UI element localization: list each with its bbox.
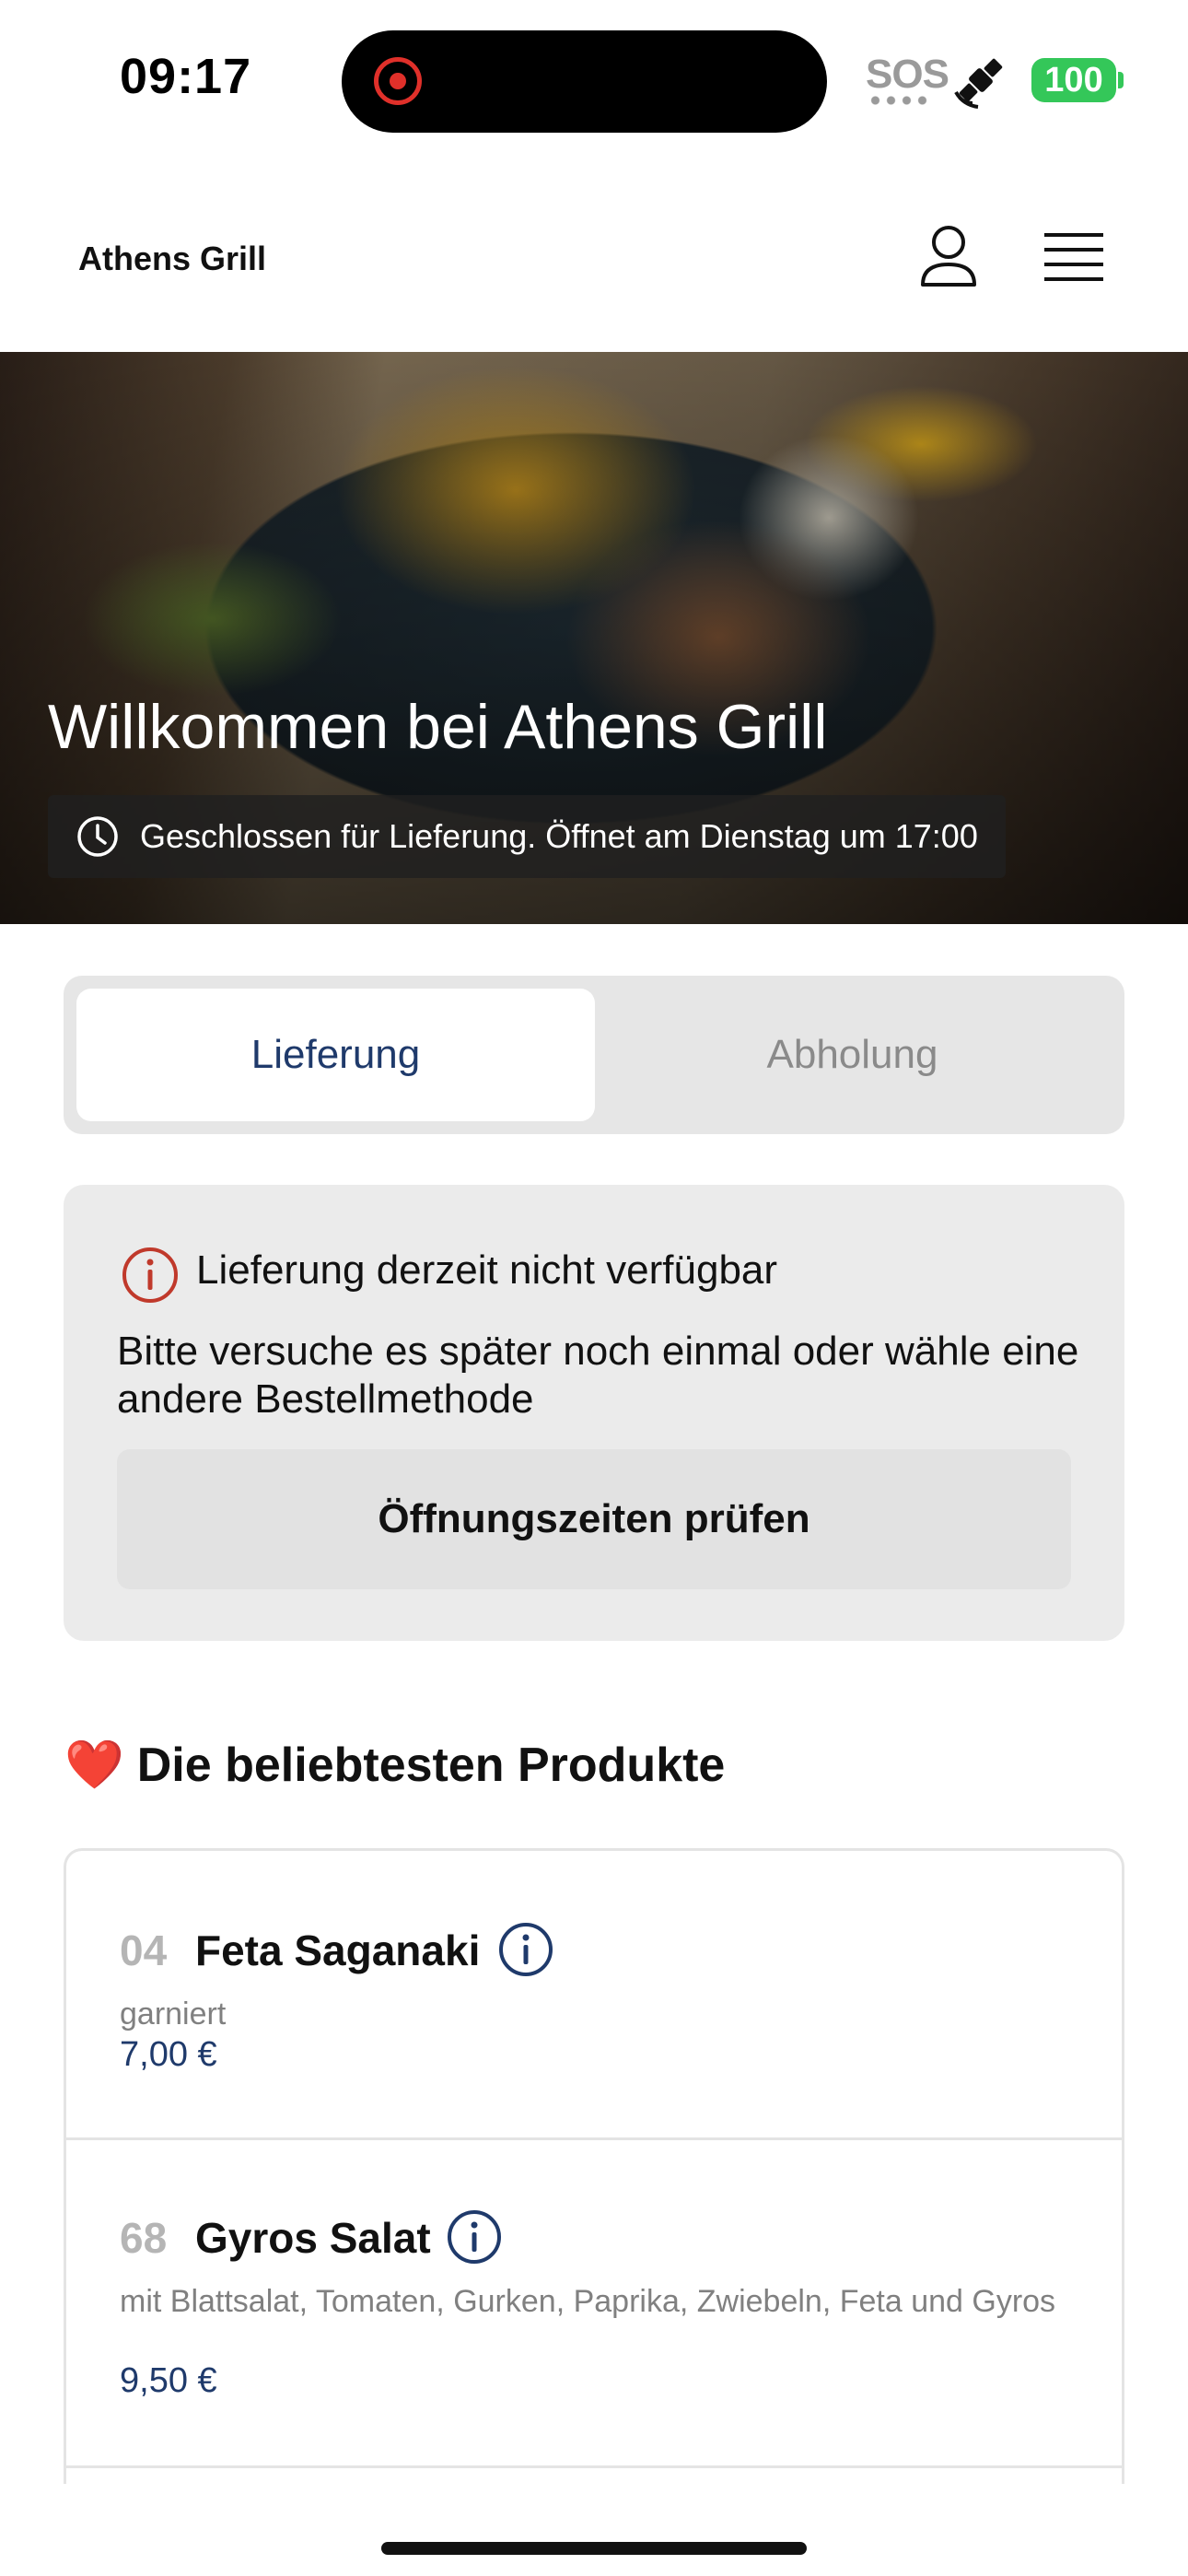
hero-title: Willkommen bei Athens Grill bbox=[48, 692, 828, 762]
product-description: mit Blattsalat, Tomaten, Gurken, Paprika… bbox=[120, 2284, 1056, 2319]
tab-pickup[interactable]: Abholung bbox=[593, 989, 1112, 1121]
product-name: Gyros Salat bbox=[195, 2214, 431, 2262]
dynamic-island[interactable] bbox=[342, 30, 827, 133]
menu-icon[interactable] bbox=[1042, 229, 1105, 285]
signal-dots-icon bbox=[868, 96, 930, 105]
status-bar: 09:17 SOS 100 bbox=[0, 0, 1188, 161]
notice-title: Lieferung derzeit nicht verfügbar bbox=[196, 1247, 778, 1293]
popular-products-heading: ❤️ Die beliebtesten Produkte bbox=[64, 1737, 725, 1793]
user-icon[interactable] bbox=[917, 224, 980, 290]
popular-products-title: Die beliebtesten Produkte bbox=[136, 1739, 726, 1792]
check-hours-button[interactable]: Öffnungszeiten prüfen bbox=[117, 1449, 1071, 1589]
product-description: garniert bbox=[120, 1996, 227, 2032]
clock-icon bbox=[77, 816, 118, 857]
product-price: 7,00 € bbox=[120, 2035, 217, 2074]
info-alert-icon bbox=[122, 1247, 178, 1303]
recording-dot-icon bbox=[374, 57, 422, 105]
delivery-unavailable-notice: Lieferung derzeit nicht verfügbar Bitte … bbox=[64, 1185, 1124, 1641]
opening-status-badge: Geschlossen für Lieferung. Öffnet am Die… bbox=[48, 795, 1006, 878]
heart-icon: ❤️ bbox=[64, 1739, 124, 1792]
product-item[interactable]: 68 Gyros Salat mit Blattsalat, Tomaten, … bbox=[66, 2140, 1122, 2468]
product-name: Feta Saganaki bbox=[195, 1926, 481, 1974]
hero-banner: Willkommen bei Athens Grill Geschlossen … bbox=[0, 352, 1188, 924]
info-icon[interactable] bbox=[446, 2208, 503, 2266]
product-number: 04 bbox=[120, 1926, 168, 1974]
order-method-tabs: Lieferung Abholung bbox=[64, 976, 1124, 1134]
opening-status-text: Geschlossen für Lieferung. Öffnet am Die… bbox=[140, 817, 978, 855]
app-header: Athens Grill bbox=[0, 161, 1188, 352]
tab-delivery[interactable]: Lieferung bbox=[76, 989, 595, 1121]
product-item[interactable]: 04 Feta Saganaki garniert 7,00 € bbox=[66, 1851, 1122, 2140]
status-time: 09:17 bbox=[120, 49, 252, 104]
battery-tip bbox=[1118, 72, 1124, 88]
sos-indicator: SOS bbox=[866, 52, 949, 97]
notice-text: Bitte versuche es später noch einmal ode… bbox=[117, 1329, 1079, 1422]
product-list: 04 Feta Saganaki garniert 7,00 € 68 Gyro… bbox=[64, 1848, 1124, 2484]
home-indicator[interactable] bbox=[381, 2542, 807, 2555]
satellite-icon bbox=[954, 58, 1003, 109]
product-price: 9,50 € bbox=[120, 2361, 217, 2400]
product-number: 68 bbox=[120, 2214, 168, 2262]
battery-icon: 100 bbox=[1031, 58, 1116, 102]
brand-name[interactable]: Athens Grill bbox=[78, 240, 266, 278]
info-icon[interactable] bbox=[497, 1921, 554, 1978]
